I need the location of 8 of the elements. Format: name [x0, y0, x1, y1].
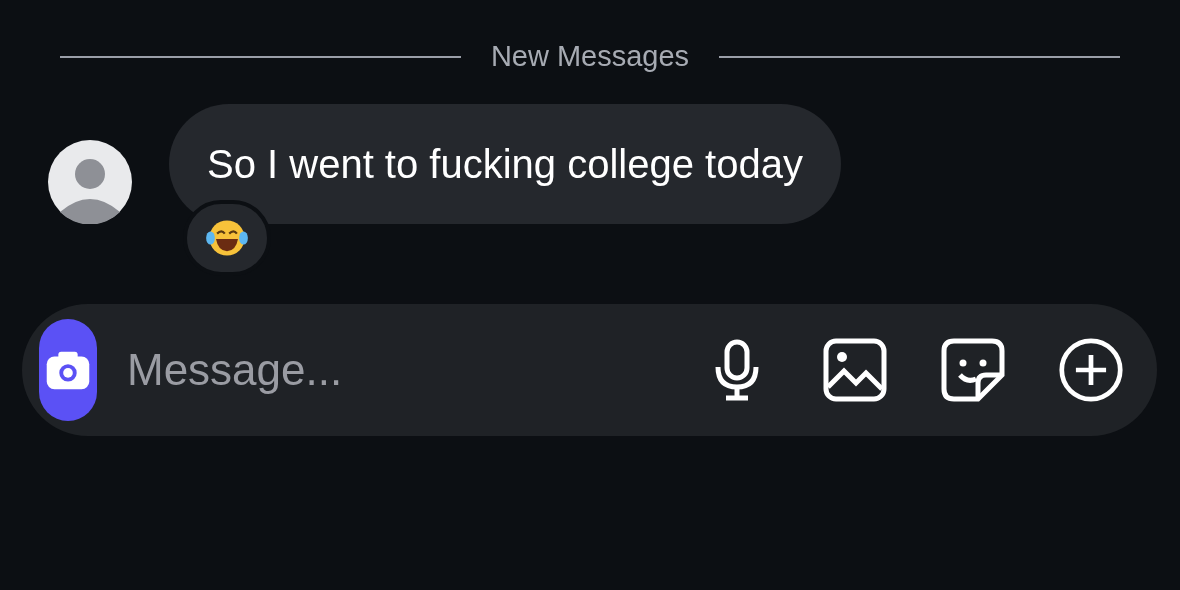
message-input[interactable]: Message... — [125, 344, 704, 396]
message-bubble: So I went to fucking college today — [169, 104, 841, 224]
avatar-icon — [48, 140, 132, 224]
add-icon[interactable] — [1058, 337, 1124, 403]
image-icon[interactable] — [822, 337, 888, 403]
sticker-icon[interactable] — [940, 337, 1006, 403]
camera-button[interactable] — [39, 319, 97, 421]
new-messages-label: New Messages — [490, 40, 690, 73]
